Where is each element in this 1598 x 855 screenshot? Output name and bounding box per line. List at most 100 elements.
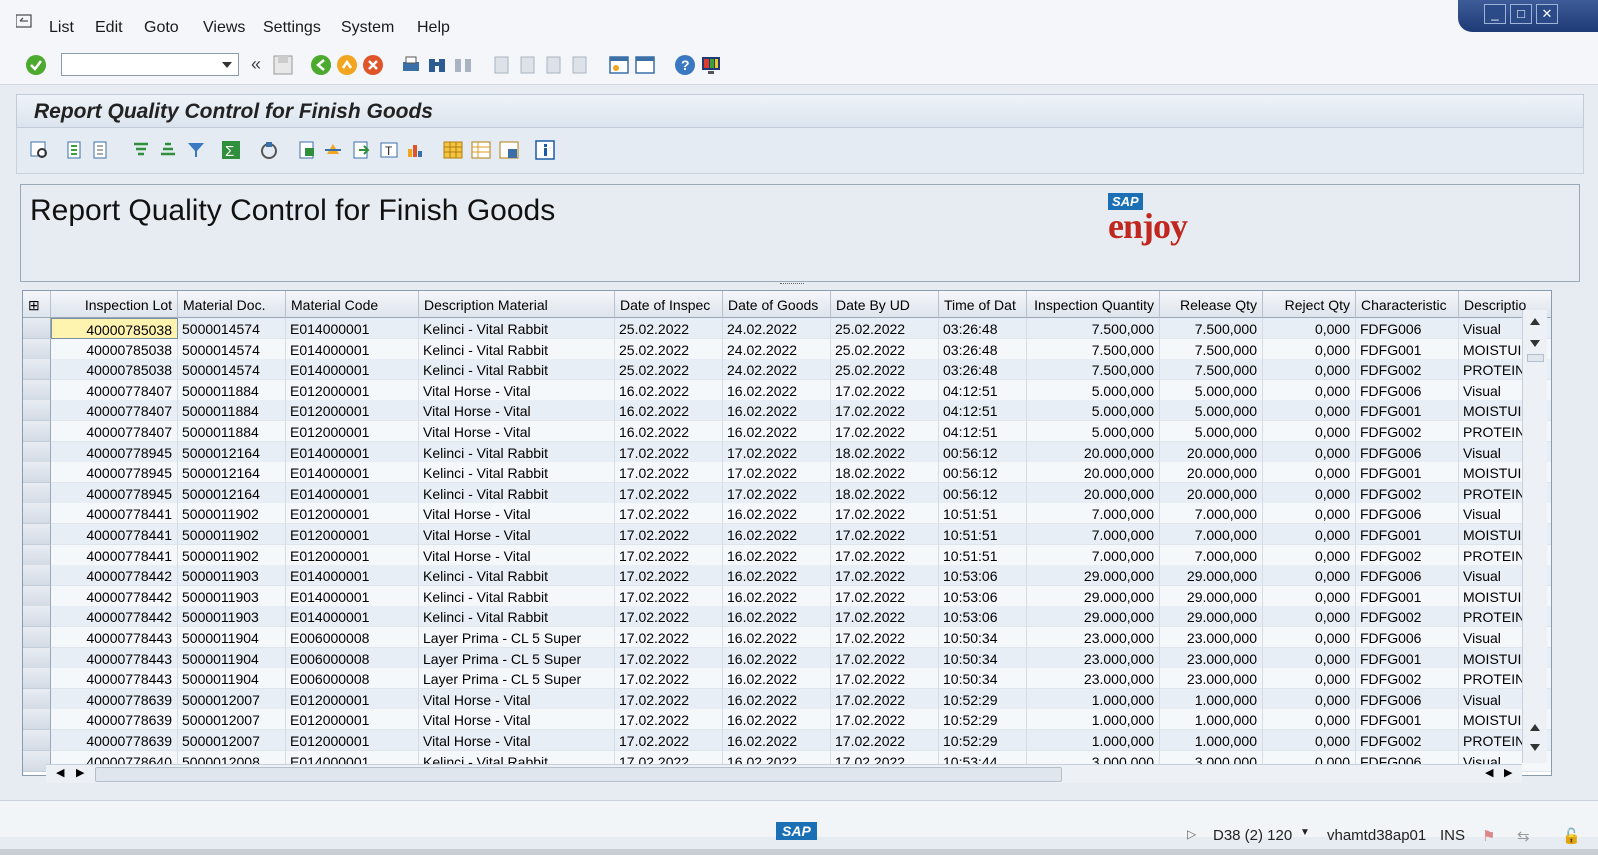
table-cell[interactable]: 04:12:51 (939, 421, 1027, 442)
table-cell[interactable]: 0,000 (1263, 565, 1356, 587)
next-page-icon[interactable] (542, 54, 564, 76)
table-cell[interactable]: 5.000,000 (1160, 400, 1263, 422)
table-cell[interactable]: E006000008 (286, 668, 419, 690)
last-page-icon[interactable] (568, 54, 590, 76)
table-cell[interactable]: 5000014574 (178, 338, 286, 360)
table-cell[interactable]: E012000001 (286, 503, 419, 525)
table-cell[interactable]: 0,000 (1263, 544, 1356, 566)
table-cell[interactable]: Vital Horse - Vital (419, 544, 615, 566)
table-cell[interactable]: 17.02.2022 (615, 688, 723, 710)
table-cell[interactable]: 25.02.2022 (831, 318, 939, 339)
table-cell[interactable]: 40000778639 (51, 730, 178, 751)
table-cell[interactable]: 03:26:48 (939, 338, 1027, 360)
table-cell[interactable]: 7.500,000 (1160, 318, 1263, 339)
table-cell[interactable]: 10:53:06 (939, 585, 1027, 607)
scroll-down-icon[interactable] (1530, 340, 1540, 347)
table-cell[interactable]: 0,000 (1263, 318, 1356, 339)
abc-analysis-icon[interactable]: T (379, 140, 399, 160)
table-cell[interactable]: Kelinci - Vital Rabbit (419, 359, 615, 381)
scroll-left-icon[interactable]: ◀ (56, 766, 64, 779)
table-cell[interactable]: E014000001 (286, 606, 419, 628)
table-cell[interactable]: 10:53:06 (939, 565, 1027, 587)
table-cell[interactable]: 25.02.2022 (615, 359, 723, 381)
table-cell[interactable]: 17.02.2022 (615, 462, 723, 484)
table-cell[interactable]: 17.02.2022 (615, 647, 723, 669)
table-cell[interactable]: 17.02.2022 (615, 544, 723, 566)
table-cell[interactable]: E012000001 (286, 400, 419, 422)
table-cell[interactable]: Vital Horse - Vital (419, 709, 615, 731)
table-cell[interactable]: 5000011904 (178, 647, 286, 669)
table-cell[interactable]: Vital Horse - Vital (419, 503, 615, 525)
row-selector[interactable] (23, 585, 51, 607)
table-cell[interactable]: 0,000 (1263, 338, 1356, 360)
table-cell[interactable]: FDFG002 (1356, 544, 1459, 566)
table-cell[interactable]: 17.02.2022 (615, 730, 723, 751)
menu-icon[interactable] (16, 14, 34, 28)
table-cell[interactable]: 16.02.2022 (723, 627, 831, 648)
table-cell[interactable]: 7.500,000 (1027, 318, 1160, 339)
scroll-thumb[interactable] (1527, 354, 1544, 362)
table-cell[interactable]: 1.000,000 (1160, 709, 1263, 731)
customize-layout-icon[interactable] (700, 54, 722, 76)
table-cell[interactable]: FDFG002 (1356, 421, 1459, 442)
table-cell[interactable]: 1.000,000 (1027, 709, 1160, 731)
find-next-icon[interactable] (452, 54, 474, 76)
row-selector[interactable] (23, 544, 51, 566)
table-cell[interactable]: 17.02.2022 (615, 441, 723, 463)
previous-page-icon[interactable] (516, 54, 538, 76)
scroll-thumb[interactable] (95, 767, 1062, 782)
table-cell[interactable]: 7.500,000 (1027, 338, 1160, 360)
table-cell[interactable]: E014000001 (286, 482, 419, 504)
table-cell[interactable]: 5.000,000 (1027, 400, 1160, 422)
row-selector[interactable] (23, 627, 51, 648)
table-cell[interactable]: Vital Horse - Vital (419, 379, 615, 401)
table-cell[interactable]: 17.02.2022 (615, 668, 723, 690)
table-cell[interactable]: 0,000 (1263, 482, 1356, 504)
table-cell[interactable]: 40000778443 (51, 668, 178, 690)
table-cell[interactable]: 29.000,000 (1027, 585, 1160, 607)
table-cell[interactable]: E014000001 (286, 338, 419, 360)
row-selector[interactable] (23, 338, 51, 360)
sort-ascending-icon[interactable] (131, 140, 151, 160)
table-cell[interactable]: 17.02.2022 (723, 482, 831, 504)
table-cell[interactable]: 17.02.2022 (831, 421, 939, 442)
table-cell[interactable]: 7.500,000 (1027, 359, 1160, 381)
table-cell[interactable]: 10:51:51 (939, 524, 1027, 545)
table-cell[interactable]: 7.000,000 (1160, 524, 1263, 545)
table-cell[interactable]: 17.02.2022 (831, 647, 939, 669)
table-cell[interactable]: 5000011904 (178, 668, 286, 690)
table-cell[interactable]: 40000778441 (51, 524, 178, 545)
table-cell[interactable]: 0,000 (1263, 647, 1356, 669)
table-cell[interactable]: 20.000,000 (1027, 482, 1160, 504)
table-cell[interactable]: 1.000,000 (1160, 688, 1263, 710)
table-cell[interactable]: Vital Horse - Vital (419, 524, 615, 545)
table-cell[interactable]: Kelinci - Vital Rabbit (419, 338, 615, 360)
play-icon[interactable]: ▷ (1187, 827, 1196, 841)
table-cell[interactable]: 17.02.2022 (831, 606, 939, 628)
table-cell[interactable]: 1.000,000 (1160, 730, 1263, 751)
table-cell[interactable]: 5.000,000 (1160, 421, 1263, 442)
table-cell[interactable]: FDFG001 (1356, 585, 1459, 607)
table-cell[interactable]: E014000001 (286, 359, 419, 381)
column-header[interactable]: Material Code (286, 291, 419, 318)
table-cell[interactable]: Vital Horse - Vital (419, 421, 615, 442)
table-cell[interactable]: FDFG006 (1356, 441, 1459, 463)
table-cell[interactable]: 40000785038 (51, 359, 178, 381)
table-cell[interactable]: FDFG002 (1356, 668, 1459, 690)
column-header[interactable]: Description Material (419, 291, 615, 318)
table-cell[interactable]: FDFG001 (1356, 338, 1459, 360)
table-cell[interactable]: 24.02.2022 (723, 318, 831, 339)
table-cell[interactable]: 00:56:12 (939, 482, 1027, 504)
table-cell[interactable]: 5000011902 (178, 503, 286, 525)
table-cell[interactable]: 5000014574 (178, 359, 286, 381)
new-session-icon[interactable] (608, 54, 630, 76)
table-cell[interactable]: Kelinci - Vital Rabbit (419, 606, 615, 628)
table-cell[interactable]: E012000001 (286, 421, 419, 442)
table-cell[interactable]: 18.02.2022 (831, 482, 939, 504)
table-cell[interactable]: FDFG001 (1356, 400, 1459, 422)
table-cell[interactable]: 20.000,000 (1027, 462, 1160, 484)
table-cell[interactable]: 03:26:48 (939, 318, 1027, 339)
table-cell[interactable]: 10:50:34 (939, 668, 1027, 690)
change-layout-icon[interactable] (471, 140, 491, 160)
filter-icon[interactable] (186, 140, 206, 160)
